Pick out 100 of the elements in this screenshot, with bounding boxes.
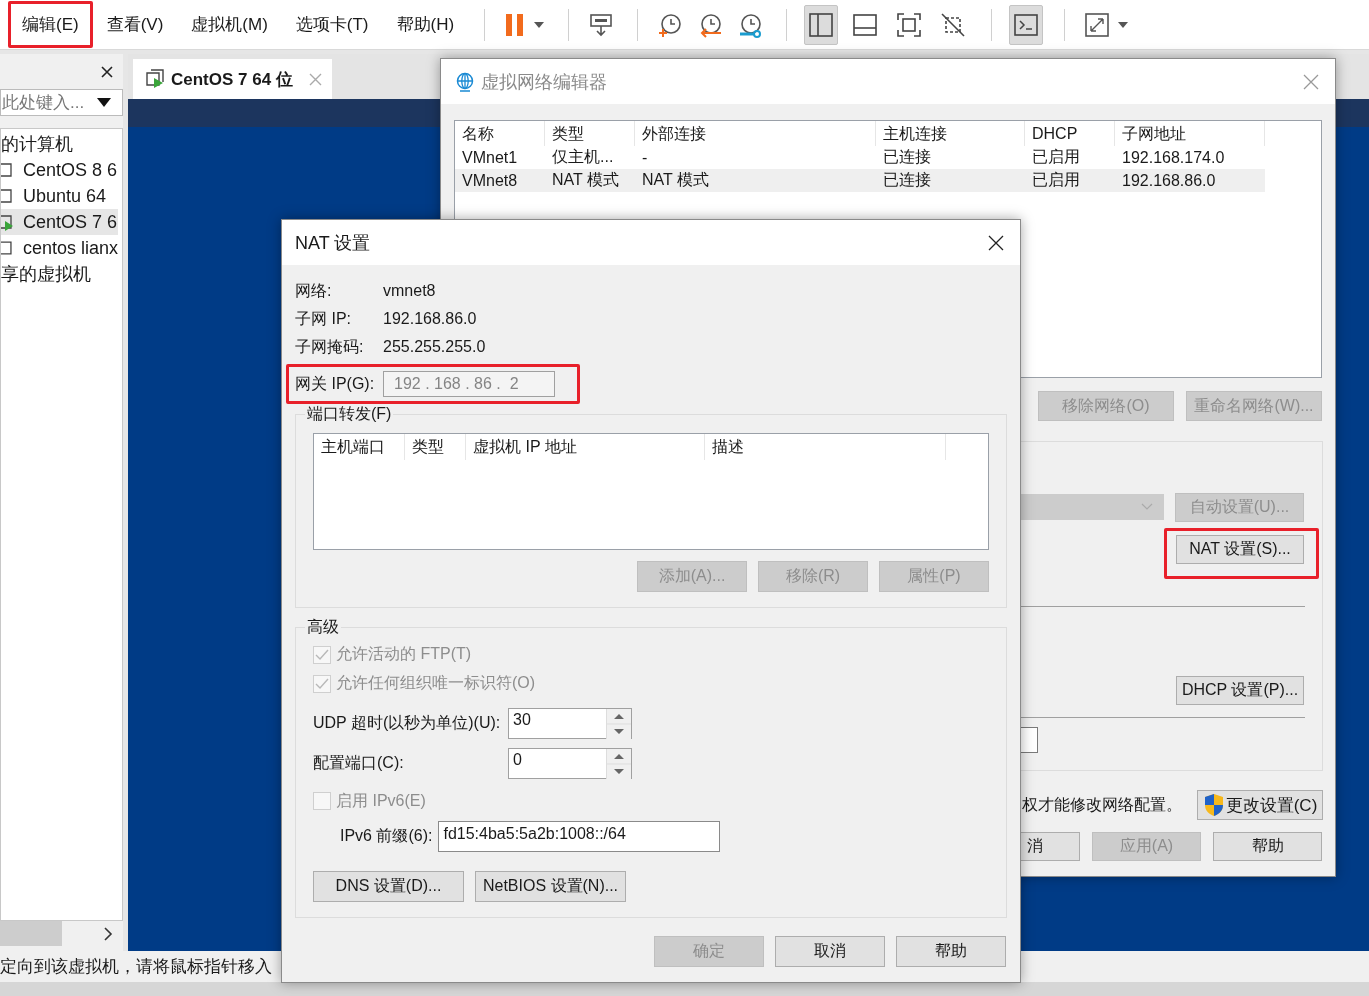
fullscreen-icon — [896, 11, 923, 38]
field-label: 网关 IP(G): — [295, 373, 376, 394]
group-title: 高级 — [306, 617, 340, 637]
vm-name: CentOS 7 6 — [23, 211, 118, 233]
stretch-icon[interactable] — [1084, 11, 1111, 38]
field-value: 255.255.255.0 — [383, 338, 486, 356]
field-label: 子网 IP: — [295, 308, 352, 329]
checkbox-label: 启用 IPv6(E) — [336, 790, 426, 811]
scroll-right-icon[interactable] — [103, 926, 113, 941]
table-cell-text: 已连接 — [882, 170, 932, 190]
table-row[interactable]: VMnet1 仅主机... - 已连接 已启用 192.168.174.0 — [455, 146, 1265, 169]
terminal-icon — [1013, 11, 1040, 38]
status-text: 定向到该虚拟机，请将鼠标指针移入 — [0, 956, 272, 978]
dialog-button[interactable]: 取消 — [775, 936, 885, 967]
snapshot-icon[interactable] — [657, 11, 684, 38]
scrollbar-thumb[interactable] — [0, 921, 62, 946]
table-cell-text: 192.168.174.0 — [1121, 148, 1226, 167]
field-label: IPv6 前缀(6): — [340, 825, 433, 846]
dialog-button[interactable]: 帮助 — [1213, 832, 1322, 861]
table-cell-text: NAT 模式 — [641, 170, 710, 190]
send-keys-icon[interactable] — [588, 11, 615, 38]
console-button[interactable] — [1009, 4, 1044, 45]
spin-arrows-icon[interactable] — [606, 708, 631, 739]
search-field[interactable]: 此处键入... — [0, 89, 123, 116]
column-header[interactable]: 子网地址 — [1115, 121, 1265, 146]
vm-name: Ubuntu 64 — [23, 185, 107, 207]
dialog-button[interactable]: 帮助 — [896, 936, 1006, 967]
running-vm-icon — [1, 213, 15, 231]
vm-tab[interactable]: CentOS 7 64 位 — [133, 59, 332, 99]
globe-icon — [455, 71, 475, 92]
tree-item[interactable]: Ubuntu 64 — [1, 183, 118, 209]
field-label: 网络: — [295, 280, 333, 301]
vm-icon — [1, 161, 15, 179]
caret-icon[interactable] — [1117, 20, 1130, 29]
column-header[interactable]: 名称 — [455, 121, 545, 146]
menu-item[interactable]: 虚拟机(M) — [177, 1, 282, 48]
running-vm-icon — [145, 69, 165, 89]
change-settings-button[interactable]: 更改设置(C) — [1197, 790, 1323, 820]
caret-icon[interactable] — [533, 20, 546, 29]
table-cell-text: 已启用 — [1031, 147, 1081, 167]
checkbox-label: 允许任何组织唯一标识符(O) — [336, 673, 536, 693]
field-label: UDP 超时(以秒为单位)(U): — [313, 712, 502, 733]
close-icon[interactable] — [101, 65, 113, 78]
number-field[interactable]: 30 — [508, 707, 632, 739]
table-cell-text: - — [641, 148, 649, 167]
chevron-down-icon — [1141, 503, 1153, 511]
dialog-button[interactable]: DHCP 设置(P)... — [1176, 676, 1304, 705]
admin-note: 权才能修改网络配置。 — [1022, 795, 1182, 815]
caret-icon[interactable] — [97, 98, 111, 107]
menu-item[interactable]: 查看(V) — [92, 1, 178, 48]
shield-icon — [1202, 793, 1225, 817]
menu-item[interactable]: 选项卡(T) — [281, 1, 383, 48]
text-field[interactable] — [1021, 727, 1038, 753]
column-header[interactable]: 类型 — [545, 121, 635, 146]
table-row[interactable]: VMnet8 NAT 模式 NAT 模式 已连接 已启用 192.168.86.0 — [455, 169, 1265, 192]
snapshot-manager-icon[interactable] — [737, 11, 764, 38]
number-field[interactable]: 0 — [508, 747, 632, 779]
dialog-button[interactable]: NetBIOS 设置(N)... — [475, 871, 626, 902]
menu-item[interactable]: 帮助(H) — [382, 1, 469, 48]
column-header[interactable]: 描述 — [705, 434, 946, 460]
table-cell-text: VMnet1 — [461, 148, 519, 167]
tree-item[interactable]: 享的虚拟机 — [1, 261, 122, 287]
window-title: 虚拟网络编辑器 — [481, 70, 608, 94]
tree-item[interactable]: 的计算机 — [1, 131, 122, 157]
table-cell-text: 192.168.86.0 — [1121, 171, 1217, 190]
column-header[interactable]: DHCP — [1025, 121, 1115, 146]
menu-item[interactable]: 编辑(E) — [8, 1, 93, 48]
close-icon[interactable] — [988, 234, 1004, 251]
group-title: 端口转发(F) — [306, 404, 393, 424]
checkbox-label: 允许活动的 FTP(T) — [336, 644, 472, 664]
field-value: 192.168.86.0 — [383, 310, 477, 328]
dialog-button[interactable]: 消 — [1021, 832, 1080, 861]
column-header[interactable]: 主机端口 — [314, 434, 405, 460]
tree-item[interactable]: CentOS 7 6 — [1, 209, 118, 235]
dialog-button[interactable]: NAT 设置(S)... — [1176, 535, 1304, 564]
text-field[interactable]: fd15:4ba5:5a2b:1008::/64 — [438, 820, 721, 852]
vm-icon — [1, 187, 15, 205]
dialog-button[interactable]: DNS 设置(D)... — [313, 871, 464, 902]
vm-name: CentOS 8 6 — [23, 159, 118, 181]
column-header[interactable]: 类型 — [405, 434, 466, 460]
sidebar-layout-icon — [808, 11, 835, 38]
field-label: 配置端口(C): — [313, 752, 405, 773]
column-header[interactable]: 主机连接 — [876, 121, 1025, 146]
view-button[interactable] — [804, 4, 839, 45]
tree-item[interactable]: CentOS 8 6 — [1, 157, 118, 183]
table-cell-text: 已启用 — [1031, 170, 1081, 190]
field-label: 子网掩码: — [295, 336, 365, 357]
vm-name: centos lianx — [22, 237, 118, 259]
bottom-panel-icon — [852, 11, 879, 38]
table-cell-text: VMnet8 — [461, 171, 519, 190]
column-header[interactable]: 外部连接 — [635, 121, 876, 146]
table-cell-text: NAT 模式 — [551, 170, 620, 190]
table-cell-text: 仅主机... — [551, 147, 615, 167]
column-header[interactable]: 虚拟机 IP 地址 — [466, 434, 705, 460]
vm-icon — [1, 239, 15, 257]
window-title: NAT 设置 — [295, 231, 372, 255]
spin-arrows-icon[interactable] — [606, 748, 631, 779]
field-value: vmnet8 — [383, 282, 436, 300]
tree-item[interactable]: centos lianx — [1, 235, 118, 261]
table-cell-text: 已连接 — [882, 147, 932, 167]
